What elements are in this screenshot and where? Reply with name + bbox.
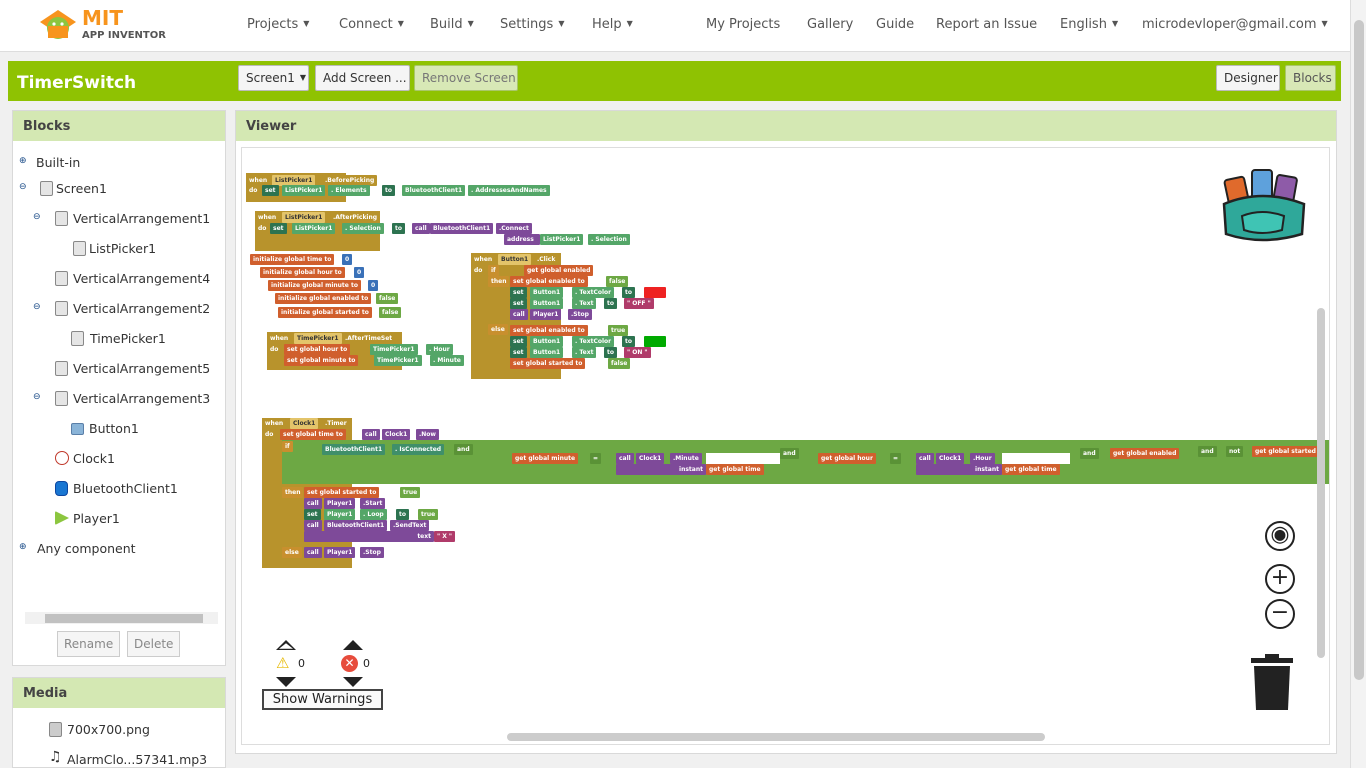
- listpicker-icon: [73, 241, 86, 256]
- tree-item-player1[interactable]: Player1: [55, 511, 120, 526]
- tree-item-verticalarrangement3[interactable]: ⊖ VerticalArrangement3: [33, 391, 210, 406]
- arrangement-icon: [55, 391, 68, 406]
- collapse-icon[interactable]: ⊖: [19, 182, 27, 192]
- error-next-arrow[interactable]: [343, 677, 363, 687]
- link-report-issue[interactable]: Report an Issue: [936, 17, 1037, 32]
- warning-icon: ⚠: [276, 654, 290, 672]
- top-navbar: MIT APP INVENTOR Projects ▼ Connect ▼ Buil…: [0, 0, 1350, 52]
- designer-button[interactable]: Designer: [1216, 65, 1280, 91]
- delete-button[interactable]: Delete: [127, 631, 181, 657]
- link-my-projects[interactable]: My Projects: [706, 17, 780, 32]
- caret-down-icon: ▼: [467, 19, 474, 28]
- zoom-out-icon[interactable]: −: [1265, 599, 1295, 629]
- bluetooth-icon: [55, 481, 68, 496]
- tree-item-verticalarrangement1[interactable]: ⊖ VerticalArrangement1: [33, 211, 210, 226]
- blocks-workspace[interactable]: when ListPicker1 .BeforePicking do set L…: [241, 147, 1330, 745]
- arrangement-icon: [55, 361, 68, 376]
- blocks-panel: Blocks ⊕ Built-in ⊖ Screen1 ⊖ VerticalArran…: [12, 110, 226, 666]
- image-file-icon: [49, 722, 62, 737]
- page-scrollbar[interactable]: [1350, 0, 1366, 768]
- tree-item-verticalarrangement2[interactable]: ⊖ VerticalArrangement2: [33, 301, 210, 316]
- link-guide[interactable]: Guide: [876, 17, 914, 32]
- scrollbar-thumb[interactable]: [45, 614, 203, 623]
- blocks-button[interactable]: Blocks: [1285, 65, 1336, 91]
- tree-item-clock1[interactable]: Clock1: [55, 451, 115, 466]
- tree-item-timepicker1[interactable]: TimePicker1: [71, 331, 166, 346]
- screen-icon: [40, 181, 53, 196]
- scrollbar-thumb[interactable]: [1354, 20, 1364, 680]
- player-icon: [55, 511, 69, 525]
- tree-item-verticalarrangement5[interactable]: VerticalArrangement5: [55, 361, 210, 376]
- project-name: TimerSwitch: [17, 73, 137, 93]
- tree-item-listpicker1[interactable]: ListPicker1: [73, 241, 156, 256]
- caret-down-icon: ▼: [626, 19, 633, 28]
- empty-input-socket[interactable]: [1002, 453, 1070, 464]
- collapse-icon[interactable]: ⊖: [33, 212, 41, 222]
- color-red-swatch[interactable]: [644, 287, 666, 298]
- logo-mit-text: MIT: [82, 6, 123, 30]
- tree-item-screen1[interactable]: ⊖ Screen1: [19, 181, 107, 196]
- arrangement-icon: [55, 211, 68, 226]
- tree-item-builtin[interactable]: ⊕ Built-in: [19, 155, 80, 170]
- backpack-icon[interactable]: [1218, 160, 1312, 246]
- caret-down-icon: ▼: [1321, 19, 1328, 28]
- button-icon: [71, 423, 84, 435]
- error-prev-arrow[interactable]: [343, 640, 363, 650]
- android-logo-icon: [40, 10, 76, 39]
- menu-language[interactable]: English ▼: [1060, 17, 1118, 32]
- media-panel-title: Media: [13, 678, 225, 708]
- collapse-icon[interactable]: ⊖: [33, 392, 41, 402]
- menu-help[interactable]: Help ▼: [592, 17, 633, 32]
- app-inventor-logo[interactable]: MIT APP INVENTOR: [36, 4, 176, 44]
- tree-item-bluetoothclient1[interactable]: BluetoothClient1: [55, 481, 178, 496]
- tree-item-verticalarrangement4[interactable]: VerticalArrangement4: [55, 271, 210, 286]
- logo-appinventor-text: APP INVENTOR: [82, 30, 166, 41]
- project-toolbar: TimerSwitch Screen1 ▼ Add Screen ... Remo…: [8, 61, 1341, 101]
- menu-projects[interactable]: Projects ▼: [247, 17, 309, 32]
- media-file-audio[interactable]: ♫ AlarmClo...57341.mp3: [49, 749, 207, 767]
- viewer-panel-title: Viewer: [236, 111, 1336, 141]
- empty-input-socket[interactable]: [706, 453, 780, 464]
- menu-connect[interactable]: Connect ▼: [339, 17, 404, 32]
- caret-down-icon: ▼: [1111, 19, 1119, 28]
- caret-down-icon: ▼: [303, 19, 310, 28]
- rename-button[interactable]: Rename: [57, 631, 121, 657]
- workspace-horizontal-scrollbar[interactable]: [507, 733, 1045, 741]
- caret-down-icon: ▼: [299, 73, 307, 82]
- color-green-swatch[interactable]: [644, 336, 666, 347]
- workspace-vertical-scrollbar[interactable]: [1317, 308, 1325, 658]
- menu-build[interactable]: Build ▼: [430, 17, 474, 32]
- menu-account[interactable]: microdevloper@gmail.com ▼: [1142, 17, 1328, 32]
- arrangement-icon: [55, 301, 68, 316]
- error-icon: ✕: [341, 655, 358, 672]
- warning-next-arrow[interactable]: [276, 677, 296, 687]
- center-workspace-icon[interactable]: ◉: [1265, 521, 1295, 551]
- blocks-panel-title: Blocks: [13, 111, 225, 141]
- media-panel: Media 700x700.png ♫ AlarmClo...57341.mp3: [12, 677, 226, 768]
- remove-screen-button[interactable]: Remove Screen: [414, 65, 518, 91]
- zoom-in-icon[interactable]: +: [1265, 564, 1295, 594]
- tree-item-any-component[interactable]: ⊕ Any component: [19, 541, 136, 556]
- add-screen-button[interactable]: Add Screen ...: [315, 65, 410, 91]
- caret-down-icon: ▼: [558, 19, 565, 28]
- clock-icon: [55, 451, 69, 465]
- trash-can-icon[interactable]: [1250, 654, 1296, 712]
- music-note-icon: ♫: [49, 749, 62, 765]
- expand-icon[interactable]: ⊕: [19, 542, 27, 552]
- collapse-icon[interactable]: ⊖: [33, 302, 41, 312]
- caret-down-icon: ▼: [397, 19, 404, 28]
- expand-icon[interactable]: ⊕: [19, 156, 27, 166]
- warning-count: 0: [298, 657, 305, 670]
- link-gallery[interactable]: Gallery: [807, 17, 853, 32]
- timepicker-icon: [71, 331, 84, 346]
- tree-horizontal-scrollbar[interactable]: [25, 612, 218, 624]
- tree-item-button1[interactable]: Button1: [71, 421, 139, 436]
- screen-select-button[interactable]: Screen1 ▼: [238, 65, 309, 91]
- error-count: 0: [363, 657, 370, 670]
- show-warnings-button[interactable]: Show Warnings: [262, 689, 383, 710]
- media-file-image[interactable]: 700x700.png: [49, 722, 150, 737]
- menu-settings[interactable]: Settings ▼: [500, 17, 564, 32]
- arrangement-icon: [55, 271, 68, 286]
